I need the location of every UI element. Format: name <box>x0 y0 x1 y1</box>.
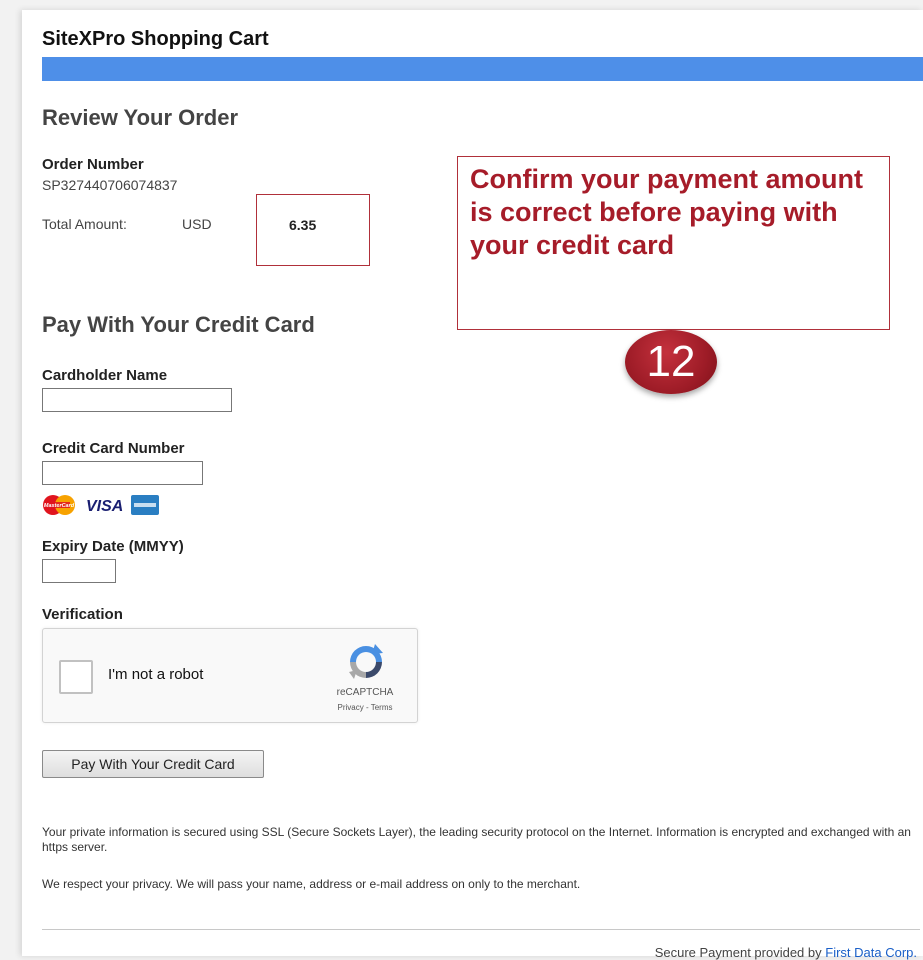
callout-text: Confirm your payment amount is correct b… <box>470 164 864 260</box>
cardholder-name-label: Cardholder Name <box>42 367 168 384</box>
recaptcha-widget: I'm not a robot reCAPTCHA Privacy - Term… <box>42 628 418 723</box>
recaptcha-label: I'm not a robot <box>108 666 204 683</box>
instruction-callout: Confirm your payment amount is correct b… <box>457 156 890 330</box>
amount-highlight-box <box>256 194 370 266</box>
step-number-badge: 12 <box>625 330 717 394</box>
expiry-date-input[interactable] <box>42 559 116 583</box>
credit-card-number-input[interactable] <box>42 461 203 485</box>
recaptcha-checkbox[interactable] <box>59 660 93 694</box>
recaptcha-brand: reCAPTCHA <box>336 687 394 698</box>
recaptcha-links[interactable]: Privacy - Terms <box>325 703 405 712</box>
expiry-date-label: Expiry Date (MMYY) <box>42 538 184 555</box>
order-number-label: Order Number <box>42 156 144 173</box>
first-data-link[interactable]: First Data Corp. <box>825 945 917 960</box>
checkout-page: SiteXPro Shopping Cart Review Your Order… <box>22 10 923 960</box>
recaptcha-logo-icon <box>349 644 383 679</box>
header-bar <box>42 57 923 81</box>
footer-text: Secure Payment provided by <box>654 945 826 960</box>
cart-title: SiteXPro Shopping Cart <box>42 28 269 50</box>
total-currency: USD <box>182 216 212 232</box>
amex-card-icon <box>131 495 159 515</box>
review-heading: Review Your Order <box>42 105 239 130</box>
credit-card-number-label: Credit Card Number <box>42 440 185 457</box>
order-number-value: SP327440706074837 <box>42 177 178 193</box>
card-logos: MasterCard VISA <box>43 495 159 515</box>
verification-label: Verification <box>42 606 123 623</box>
footer-divider <box>42 929 920 930</box>
security-note: Your private information is secured usin… <box>42 825 911 854</box>
footer: Secure Payment provided by First Data Co… <box>655 945 917 960</box>
mastercard-icon: MasterCard <box>43 495 75 515</box>
cardholder-name-input[interactable] <box>42 388 232 412</box>
payment-heading: Pay With Your Credit Card <box>42 312 315 337</box>
visa-text: VISA <box>86 498 123 515</box>
mastercard-text: MasterCard <box>44 503 75 509</box>
privacy-note: We respect your privacy. We will pass yo… <box>42 877 581 891</box>
total-amount-label: Total Amount: <box>42 216 127 232</box>
pay-button[interactable]: Pay With Your Credit Card <box>42 750 264 778</box>
